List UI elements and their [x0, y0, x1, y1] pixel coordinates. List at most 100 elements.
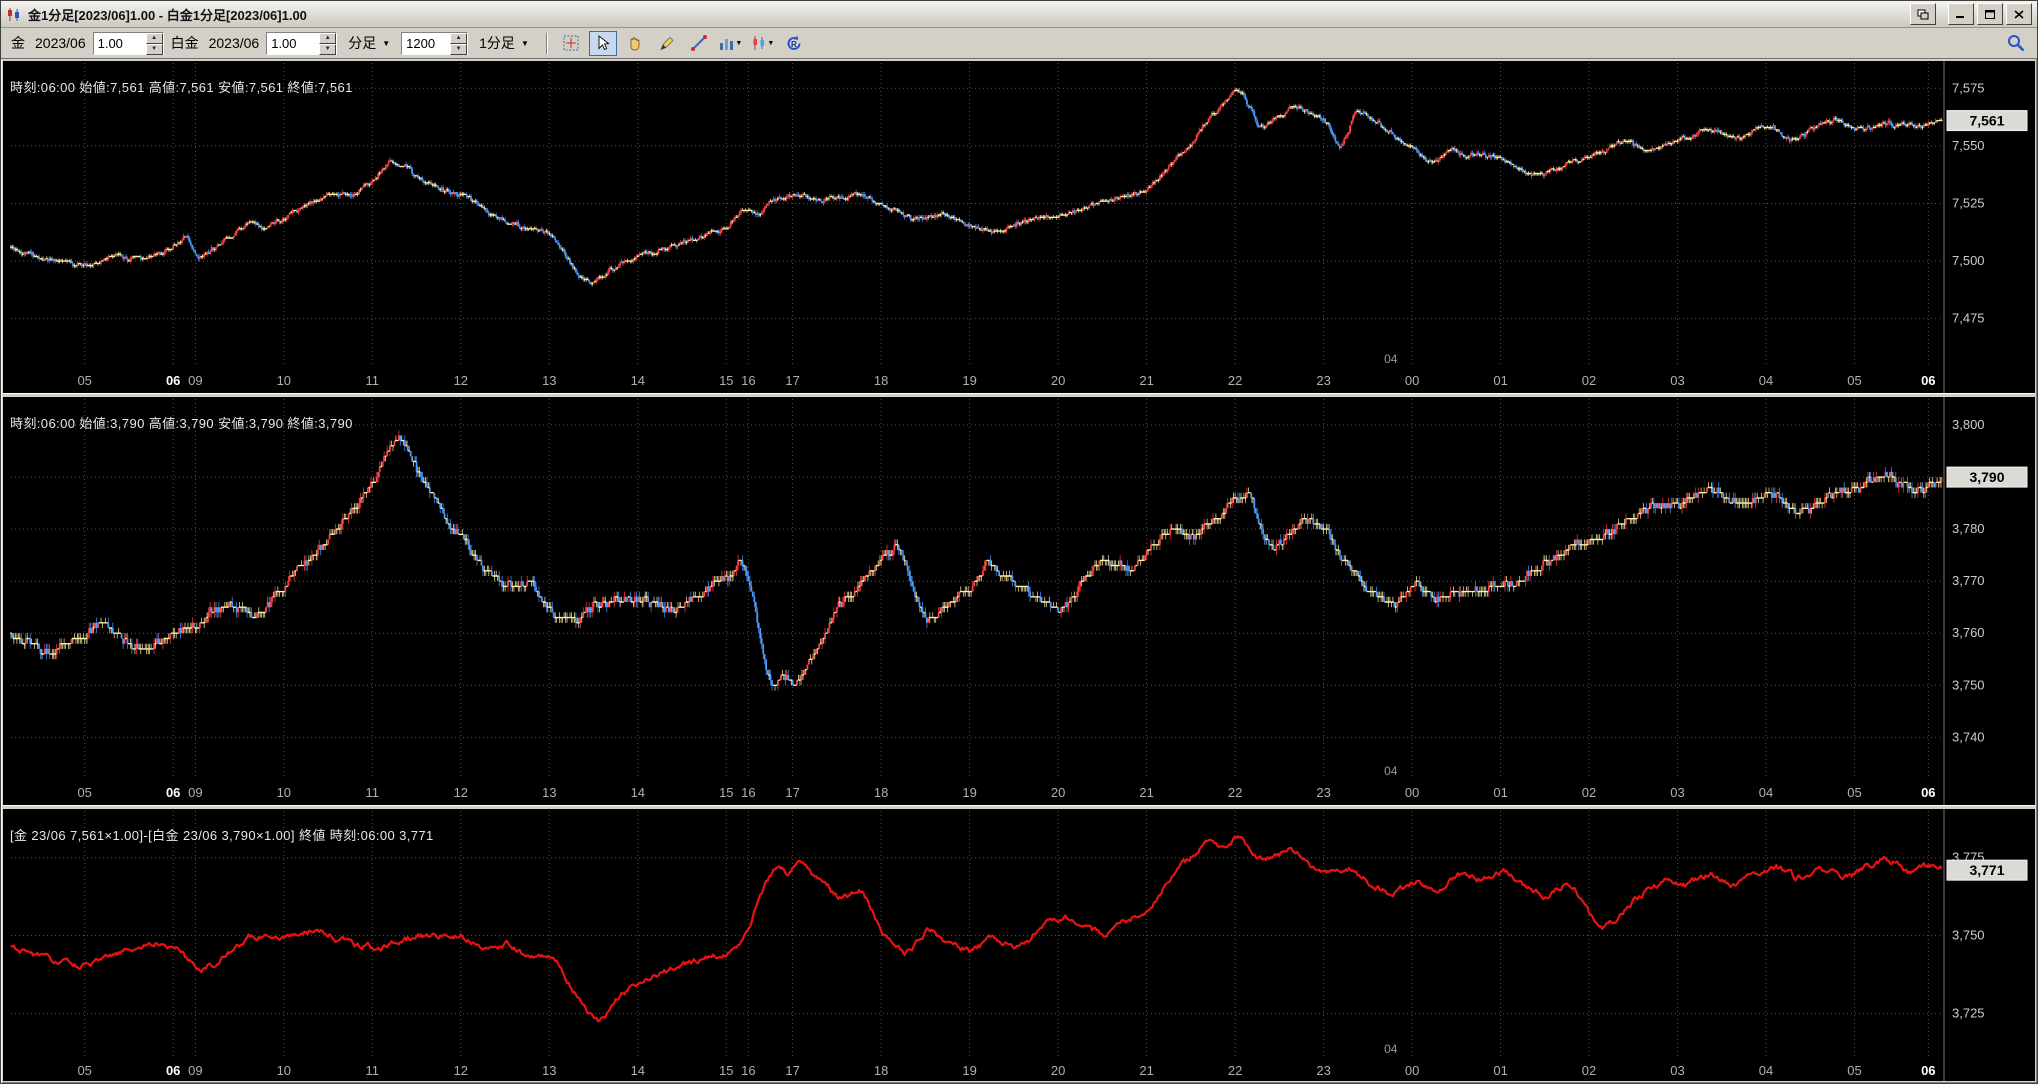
svg-text:04: 04 — [1759, 373, 1773, 388]
bar-chart-icon — [719, 35, 735, 51]
svg-text:00: 00 — [1405, 1063, 1419, 1078]
svg-text:3,740: 3,740 — [1952, 729, 1985, 744]
spin-down-icon[interactable]: ▼ — [319, 44, 336, 55]
svg-text:3,790: 3,790 — [1969, 469, 2004, 485]
chevron-down-icon: ▼ — [382, 39, 390, 48]
spin-up-icon[interactable]: ▲ — [319, 33, 336, 44]
svg-text:12: 12 — [454, 1063, 468, 1078]
svg-text:7,561: 7,561 — [1969, 113, 2004, 129]
svg-text:10: 10 — [277, 1063, 291, 1078]
svg-text:01: 01 — [1493, 1063, 1507, 1078]
spin-down-icon[interactable]: ▼ — [450, 44, 467, 55]
svg-text:06: 06 — [166, 373, 180, 388]
svg-text:3,760: 3,760 — [1952, 625, 1985, 640]
spin-up-icon[interactable]: ▲ — [450, 33, 467, 44]
svg-text:21: 21 — [1139, 785, 1153, 800]
spin-down-icon[interactable]: ▼ — [146, 44, 163, 55]
reload-button[interactable]: R — [781, 31, 809, 56]
svg-text:3,771: 3,771 — [1969, 862, 2004, 878]
spread-chart-panel[interactable]: 3,7753,7503,7250506091011121314151617181… — [3, 809, 2035, 1081]
platinum-candlestick-chart: 3,8003,7903,7803,7703,7603,7503,74005060… — [3, 397, 2035, 805]
bar-count-input[interactable] — [402, 33, 450, 54]
candlestick-icon — [751, 35, 767, 51]
svg-text:18: 18 — [874, 1063, 888, 1078]
svg-text:14: 14 — [631, 373, 645, 388]
candle-style-dropdown[interactable]: ▼ — [749, 31, 777, 56]
spin-up-icon[interactable]: ▲ — [146, 33, 163, 44]
svg-text:06: 06 — [166, 1063, 180, 1078]
spread-formula-readout: [金 23/06 7,561×1.00]-[白金 23/06 3,790×1.0… — [10, 825, 434, 844]
pencil-icon — [658, 34, 676, 52]
cursor-tool[interactable] — [589, 31, 617, 56]
minimize-button[interactable] — [1948, 3, 1974, 25]
svg-text:20: 20 — [1051, 373, 1065, 388]
maximize-button[interactable] — [1977, 3, 2003, 25]
svg-text:15: 15 — [719, 785, 733, 800]
svg-text:18: 18 — [874, 373, 888, 388]
svg-text:12: 12 — [454, 373, 468, 388]
svg-text:17: 17 — [785, 373, 799, 388]
svg-text:7,550: 7,550 — [1952, 138, 1985, 153]
svg-text:22: 22 — [1228, 785, 1242, 800]
spread-line-chart: 3,7753,7503,7250506091011121314151617181… — [3, 809, 2035, 1081]
interval-dropdown[interactable]: 1分足 ▼ — [472, 31, 536, 55]
region-select-icon — [562, 34, 580, 52]
svg-text:06: 06 — [166, 785, 180, 800]
bar-count-field: ▲ ▼ — [401, 32, 468, 55]
interval-value: 1分足 — [479, 33, 515, 53]
svg-text:09: 09 — [188, 785, 202, 800]
platinum-chart-panel[interactable]: 3,8003,7903,7803,7703,7603,7503,74005060… — [3, 397, 2035, 805]
instrument1-multiplier-input[interactable] — [94, 33, 146, 54]
gold-ohlc-readout: 時刻:06:00 始値:7,561 高値:7,561 安値:7,561 終値:7… — [10, 77, 353, 96]
window-layers-icon — [1917, 9, 1929, 20]
chart-type-dropdown[interactable]: ▼ — [717, 31, 745, 56]
toolbar-separator — [546, 33, 547, 54]
svg-text:01: 01 — [1493, 785, 1507, 800]
svg-text:03: 03 — [1670, 785, 1684, 800]
svg-text:05: 05 — [1847, 373, 1861, 388]
svg-text:06: 06 — [1921, 1063, 1935, 1078]
zoom-tool[interactable] — [2002, 31, 2030, 56]
svg-text:00: 00 — [1405, 373, 1419, 388]
gold-candlestick-chart: 7,5757,5507,5257,5007,475050609101112131… — [3, 61, 2035, 393]
gold-chart-panel[interactable]: 7,5757,5507,5257,5007,475050609101112131… — [3, 61, 2035, 393]
svg-text:04: 04 — [1759, 785, 1773, 800]
pan-tool[interactable] — [621, 31, 649, 56]
draw-line-icon — [690, 34, 708, 52]
region-select-tool[interactable] — [557, 31, 585, 56]
svg-text:15: 15 — [719, 373, 733, 388]
svg-text:20: 20 — [1051, 785, 1065, 800]
svg-text:23: 23 — [1316, 373, 1330, 388]
close-button[interactable] — [2006, 3, 2032, 25]
period-type-dropdown[interactable]: 分足 ▼ — [341, 31, 397, 55]
instrument1-label: 金 — [11, 33, 25, 53]
draw-line-tool[interactable] — [685, 31, 713, 56]
svg-text:04: 04 — [1384, 764, 1398, 778]
svg-text:09: 09 — [188, 373, 202, 388]
close-icon — [2014, 10, 2024, 19]
svg-text:3,770: 3,770 — [1952, 573, 1985, 588]
pencil-tool[interactable] — [653, 31, 681, 56]
svg-text:02: 02 — [1582, 785, 1596, 800]
svg-text:06: 06 — [1921, 785, 1935, 800]
svg-text:21: 21 — [1139, 1063, 1153, 1078]
instrument2-multiplier-input[interactable] — [267, 33, 319, 54]
svg-text:3,750: 3,750 — [1952, 928, 1985, 943]
svg-text:16: 16 — [741, 785, 755, 800]
chevron-down-icon: ▼ — [521, 39, 529, 48]
svg-text:05: 05 — [77, 373, 91, 388]
svg-text:11: 11 — [366, 373, 380, 388]
svg-text:02: 02 — [1582, 373, 1596, 388]
svg-text:23: 23 — [1316, 785, 1330, 800]
svg-text:10: 10 — [277, 373, 291, 388]
svg-text:3,800: 3,800 — [1952, 417, 1985, 432]
svg-text:7,475: 7,475 — [1952, 311, 1985, 326]
svg-text:04: 04 — [1384, 1042, 1398, 1056]
svg-text:18: 18 — [874, 785, 888, 800]
svg-text:23: 23 — [1316, 1063, 1330, 1078]
svg-text:04: 04 — [1384, 352, 1398, 366]
window-layers-button[interactable] — [1910, 3, 1936, 25]
svg-text:11: 11 — [366, 1063, 380, 1078]
cursor-icon — [594, 34, 612, 52]
svg-text:3,780: 3,780 — [1952, 521, 1985, 536]
